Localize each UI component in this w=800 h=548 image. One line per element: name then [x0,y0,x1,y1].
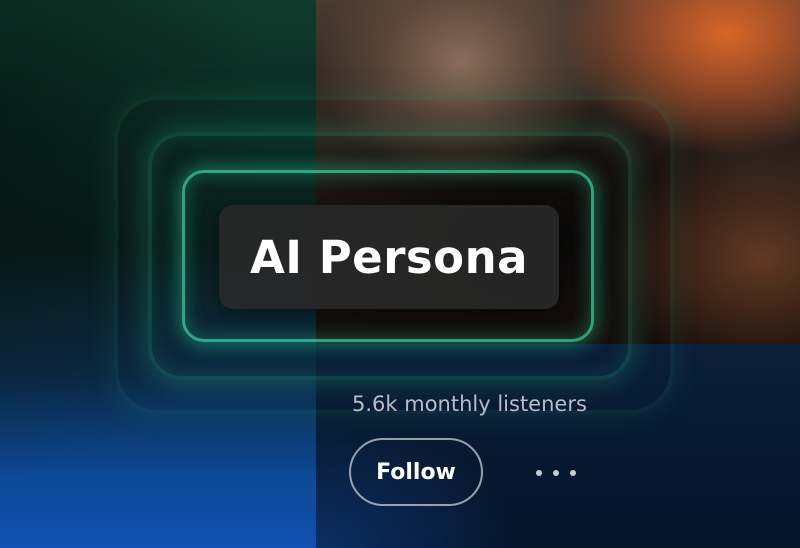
follow-button[interactable]: Follow [349,438,483,506]
artist-name: AI Persona [249,230,529,284]
artist-profile-header: AI Persona 5.6k monthly listeners Follow [0,0,800,548]
more-horizontal-icon [536,470,542,476]
more-options-button[interactable] [530,456,582,490]
more-horizontal-icon [553,470,559,476]
more-horizontal-icon [570,470,576,476]
artist-name-badge: AI Persona [219,205,559,309]
monthly-listeners-count: 5.6k monthly listeners [352,392,587,416]
